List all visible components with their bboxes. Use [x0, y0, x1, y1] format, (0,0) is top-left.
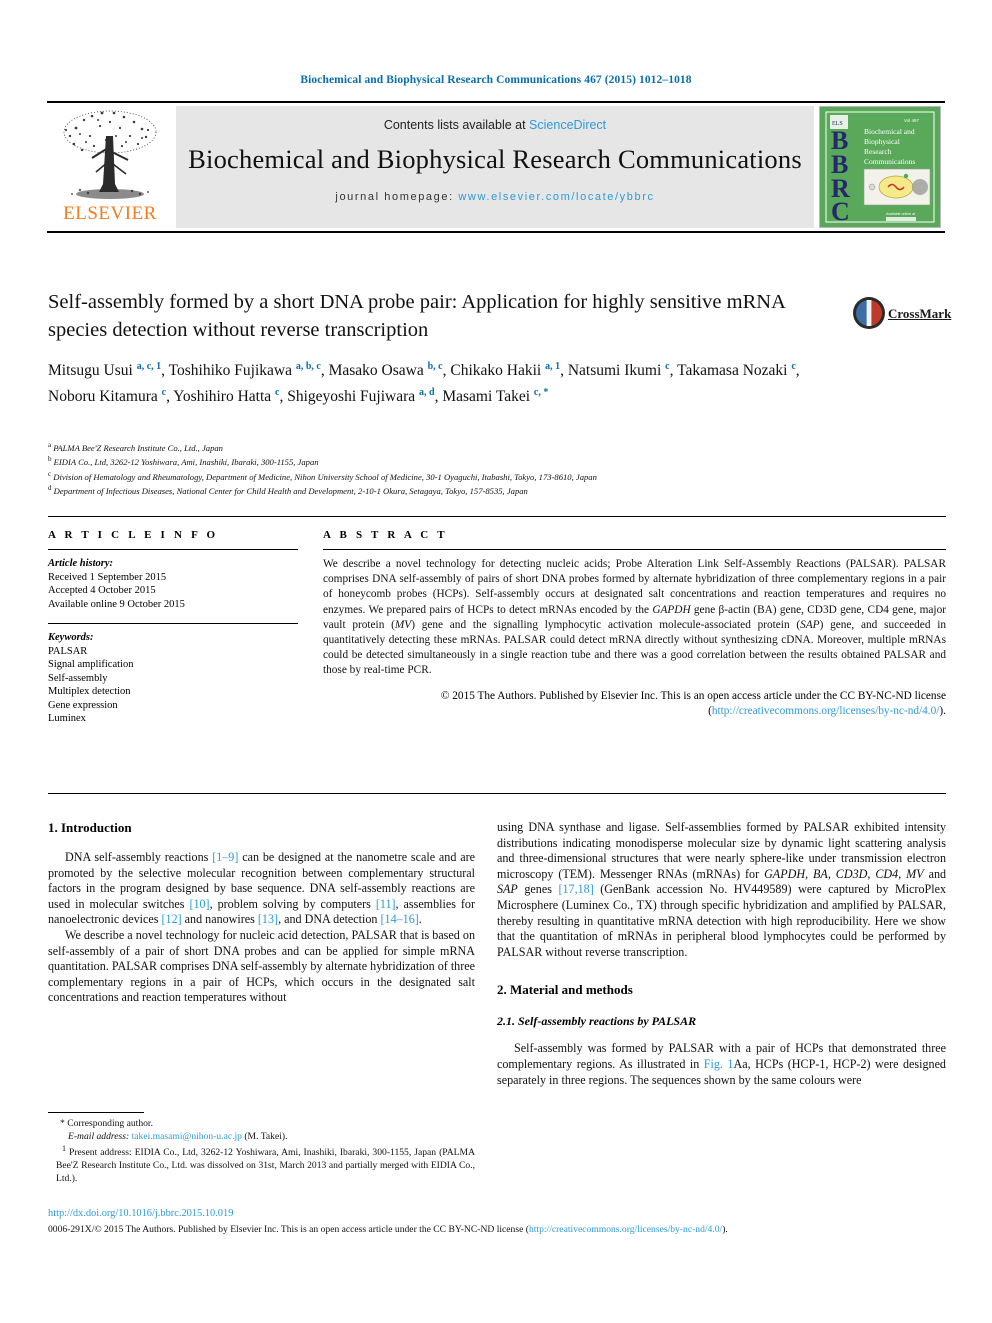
affiliation-mark: d [48, 484, 52, 493]
keywords-label: Keywords: [48, 632, 94, 643]
article-info-heading: A R T I C L E I N F O [48, 529, 219, 541]
svg-text:Available online at: Available online at [886, 212, 915, 216]
sciencedirect-link[interactable]: ScienceDirect [529, 118, 606, 132]
article-history: Article history: Received 1 September 20… [48, 557, 298, 611]
journal-title: Biochemical and Biophysical Research Com… [188, 144, 802, 174]
section-heading-methods: 2. Material and methods [497, 982, 633, 998]
keyword-item: Luminex [48, 713, 86, 724]
affiliation-text: Department of Infectious Diseases, Natio… [53, 486, 528, 497]
keywords-divider [48, 623, 298, 624]
intro-paragraph-3: using DNA synthase and ligase. Self-asse… [497, 820, 947, 959]
section-heading-introduction: 1. Introduction [48, 820, 132, 835]
running-head: Biochemical and Biophysical Research Com… [300, 74, 692, 86]
crossmark-icon [853, 297, 885, 329]
masthead-center-panel: Contents lists available at ScienceDirec… [176, 106, 814, 228]
contents-prefix: Contents lists available at [383, 118, 530, 132]
intro-paragraph-2: We describe a novel technology for nucle… [48, 927, 475, 1005]
email-note: E-mail address: takei.masami@nihon-u.ac.… [68, 1130, 288, 1142]
footnote-rule [48, 1112, 144, 1113]
keyword-item: Signal amplification [48, 659, 134, 670]
abstract-text: We describe a novel technology for detec… [323, 558, 947, 677]
journal-homepage-line: journal homepage: www.elsevier.com/locat… [176, 191, 814, 203]
present-address-note: 1 Present address: EIDIA Co., Ltd, 3262-… [56, 1144, 475, 1184]
crossmark-badge[interactable]: CrossMark [852, 296, 951, 336]
history-item: Available online 9 October 2015 [48, 598, 185, 610]
affiliation-text: EIDIA Co., Ltd, 3262-12 Yoshiwara, Ami, … [53, 457, 319, 468]
affiliation-text: PALMA Bee'Z Research Institute Co., Ltd.… [53, 442, 223, 453]
abstract-heading: A B S T R A C T [323, 529, 448, 541]
abstract-block: A B S T R A C T We describe a novel tech… [323, 529, 946, 719]
svg-text:Communications: Communications [864, 157, 915, 166]
cover-art: ELS Vol 467 B B R C Biochemical and Biop… [820, 107, 940, 227]
subsection-heading-palsar: 2.1. Self-assembly reactions by PALSAR [497, 1014, 697, 1029]
homepage-url[interactable]: www.elsevier.com/locate/ybbrc [458, 191, 654, 203]
paper-page: Biochemical and Biophysical Research Com… [0, 0, 992, 1323]
history-item: Received 1 September 2015 [48, 571, 167, 583]
svg-text:Vol 467: Vol 467 [904, 118, 920, 123]
intro-paragraph-1: DNA self-assembly reactions [1–9] can be… [48, 850, 475, 927]
affiliation-text: Division of Hematology and Rheumatology,… [53, 471, 597, 482]
page-title: Self-assembly formed by a short DNA prob… [48, 291, 785, 341]
article-info-block: A R T I C L E I N F O Article history: R… [48, 529, 298, 726]
svg-text:Biophysical: Biophysical [864, 137, 900, 146]
affiliation-item: b EIDIA Co., Ltd, 3262-12 Yoshiwara, Ami… [48, 454, 938, 468]
info-divider [48, 549, 298, 550]
keywords-block: Keywords: PALSAR Signal amplification Se… [48, 631, 298, 726]
svg-text:C: C [831, 197, 850, 226]
keyword-item: Self-assembly [48, 672, 108, 684]
elsevier-wordmark: ELSEVIER [63, 203, 157, 224]
keyword-item: Multiplex detection [48, 686, 131, 697]
doi-link[interactable]: http://dx.doi.org/10.1016/j.bbrc.2015.10… [48, 1208, 233, 1219]
contents-available-line: Contents lists available at ScienceDirec… [176, 106, 814, 132]
affiliation-item: c Division of Hematology and Rheumatolog… [48, 469, 938, 483]
body-right-column: using DNA synthase and ligase. Self-asse… [497, 820, 946, 1088]
crossmark-label: CrossMark [888, 306, 952, 321]
abstract-divider [323, 549, 946, 550]
affiliation-list: a PALMA Bee'Z Research Institute Co., Lt… [48, 440, 938, 498]
abstract-bottom-rule [48, 793, 946, 794]
article-history-label: Article history: [48, 558, 114, 569]
issn-copyright-line: 0006-291X/© 2015 The Authors. Published … [48, 1224, 728, 1235]
journal-cover-thumbnail: ELS Vol 467 B B R C Biochemical and Biop… [819, 106, 941, 228]
footnote-block: * Corresponding author. E-mail address: … [48, 1118, 475, 1185]
svg-text:Research: Research [864, 147, 892, 156]
elsevier-tree-icon [63, 110, 157, 199]
affiliation-mark: a [48, 441, 52, 449]
methods-paragraph-1: Self-assembly was formed by PALSAR with … [497, 1041, 946, 1087]
keyword-item: PALSAR [48, 645, 88, 657]
history-item: Accepted 4 October 2015 [48, 585, 156, 596]
keyword-item: Gene expression [48, 699, 118, 711]
affiliation-mark: c [48, 469, 52, 478]
author-list: Mitsugu Usui a, c, 1, Toshihiko Fujikawa… [48, 361, 800, 405]
affiliation-item: a PALMA Bee'Z Research Institute Co., Lt… [48, 440, 938, 454]
corresponding-author-note: * Corresponding author. [60, 1118, 153, 1129]
elsevier-logo: ELSEVIER [50, 106, 170, 228]
svg-text:Biochemical and: Biochemical and [864, 127, 915, 136]
info-top-rule [48, 516, 946, 517]
affiliation-mark: b [48, 455, 52, 464]
abstract-copyright: © 2015 The Authors. Published by Elsevie… [440, 689, 946, 717]
affiliation-item: d Department of Infectious Diseases, Nat… [48, 483, 938, 497]
homepage-prefix: journal homepage: [335, 191, 459, 203]
body-left-column: 1. Introduction DNA self-assembly reacti… [48, 820, 475, 1006]
